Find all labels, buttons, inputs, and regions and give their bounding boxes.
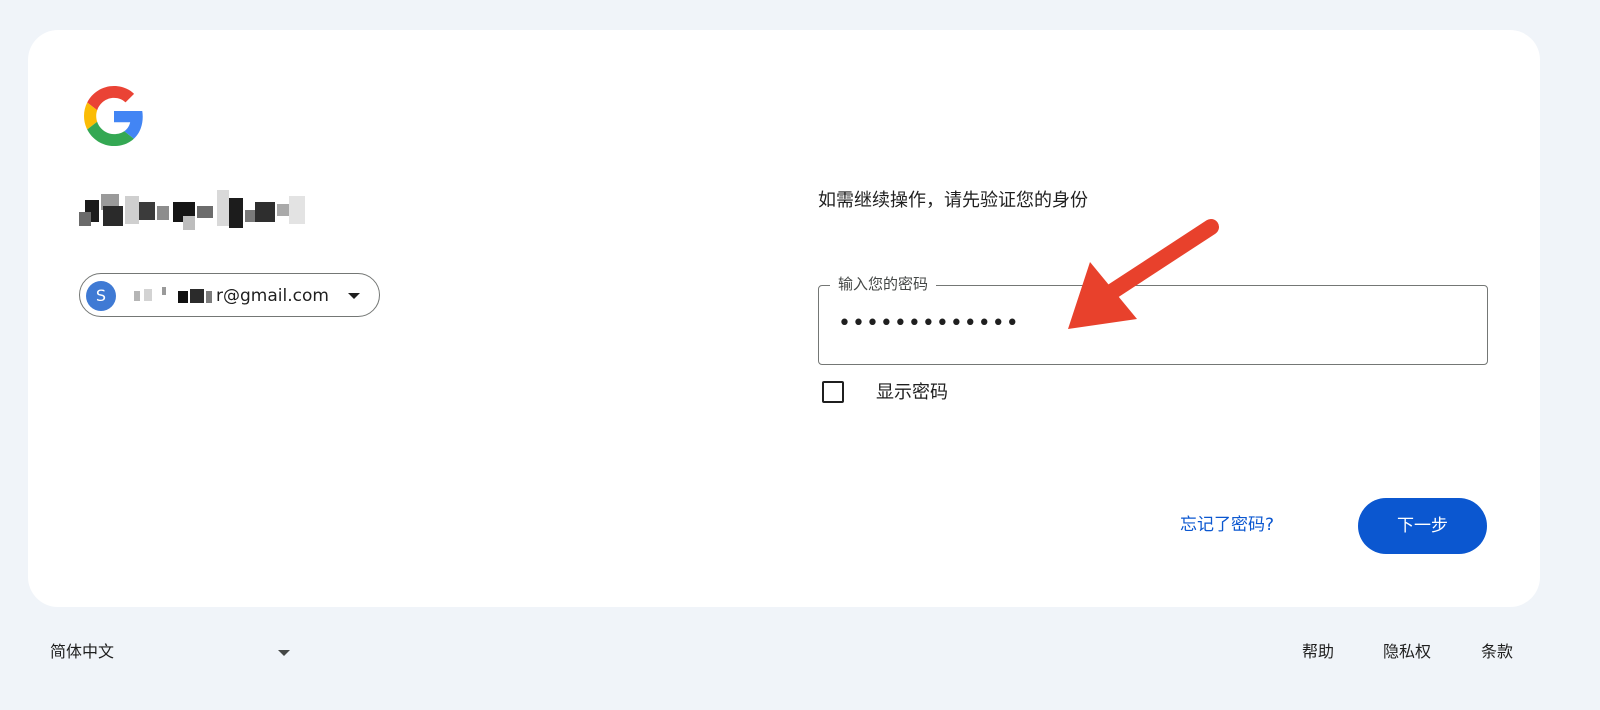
show-password-label[interactable]: 显示密码 — [876, 380, 948, 406]
verify-identity-message: 如需继续操作，请先验证您的身份 — [818, 190, 1088, 211]
google-logo-icon — [84, 86, 143, 146]
account-email: r@gmail.com — [216, 286, 329, 306]
next-button[interactable]: 下一步 — [1358, 498, 1487, 554]
annotation-arrow-icon — [1068, 219, 1219, 329]
password-masked-value: ••••••••••••• — [838, 311, 1020, 336]
avatar: S — [86, 281, 116, 311]
account-switcher-chip[interactable]: S r@gmail.com — [79, 273, 380, 317]
terms-link[interactable]: 条款 — [1481, 640, 1513, 664]
redacted-account-name — [79, 186, 311, 240]
password-field-label: 输入您的密码 — [830, 273, 937, 295]
language-select-label: 简体中文 — [50, 642, 115, 661]
help-link[interactable]: 帮助 — [1302, 640, 1334, 664]
caret-down-icon — [278, 650, 290, 656]
forgot-password-link[interactable]: 忘记了密码? — [1180, 512, 1274, 538]
language-select[interactable]: 简体中文 — [44, 636, 298, 670]
show-password-checkbox[interactable] — [822, 381, 844, 403]
privacy-link[interactable]: 隐私权 — [1383, 640, 1431, 664]
caret-down-icon — [348, 293, 360, 299]
redacted-email-prefix — [134, 287, 222, 305]
